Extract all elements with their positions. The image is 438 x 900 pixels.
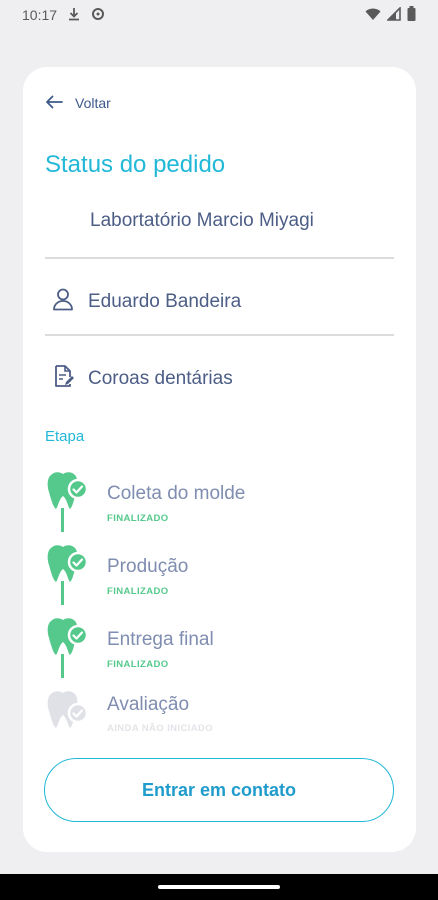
arrow-left-icon	[45, 95, 63, 112]
patient-name: Eduardo Bandeira	[88, 291, 242, 312]
stage-status: FINALIZADO	[107, 659, 169, 670]
wifi-icon	[365, 7, 381, 24]
stage-item: Coleta do molde FINALIZADO	[45, 469, 345, 529]
patient-row: Eduardo Bandeira	[52, 287, 241, 317]
page-title: Status do pedido	[45, 151, 226, 178]
home-handle[interactable]	[158, 885, 280, 889]
tooth-check-icon	[45, 542, 89, 586]
stage-name: Coleta do molde	[107, 483, 246, 504]
download-icon	[67, 7, 81, 24]
stage-status: AINDA NÃO INICIADO	[107, 723, 214, 734]
status-bar: 10:17	[0, 0, 438, 30]
clock: 10:17	[22, 7, 58, 23]
stage-name: Avaliação	[107, 694, 190, 715]
divider	[45, 257, 394, 259]
user-icon	[52, 287, 74, 317]
stage-item: Produção FINALIZADO	[45, 542, 345, 602]
battery-icon	[407, 6, 416, 24]
sync-icon	[91, 7, 105, 24]
order-status-card: Voltar Status do pedido Labortatório Mar…	[23, 67, 416, 852]
document-edit-icon	[52, 364, 74, 394]
stage-status: FINALIZADO	[107, 513, 169, 524]
lab-name: Labortatório Marcio Miyagi	[90, 210, 314, 231]
tooth-check-icon	[45, 469, 89, 513]
service-name: Coroas dentárias	[88, 368, 233, 389]
stage-name: Produção	[107, 556, 189, 577]
contact-button[interactable]: Entrar em contato	[44, 758, 394, 822]
divider	[45, 334, 394, 336]
tooth-check-icon	[45, 688, 89, 732]
stage-item: Avaliação AINDA NÃO INICIADO	[45, 688, 345, 748]
stage-section-label: Etapa	[45, 428, 85, 445]
stage-name: Entrega final	[107, 629, 214, 650]
navigation-bar	[0, 874, 438, 900]
stage-item: Entrega final FINALIZADO	[45, 615, 345, 675]
signal-icon	[386, 5, 401, 24]
back-label: Voltar	[75, 95, 111, 111]
tooth-check-icon	[45, 615, 89, 659]
back-button[interactable]: Voltar	[45, 92, 111, 114]
service-row: Coroas dentárias	[52, 364, 233, 394]
stage-status: FINALIZADO	[107, 586, 169, 597]
